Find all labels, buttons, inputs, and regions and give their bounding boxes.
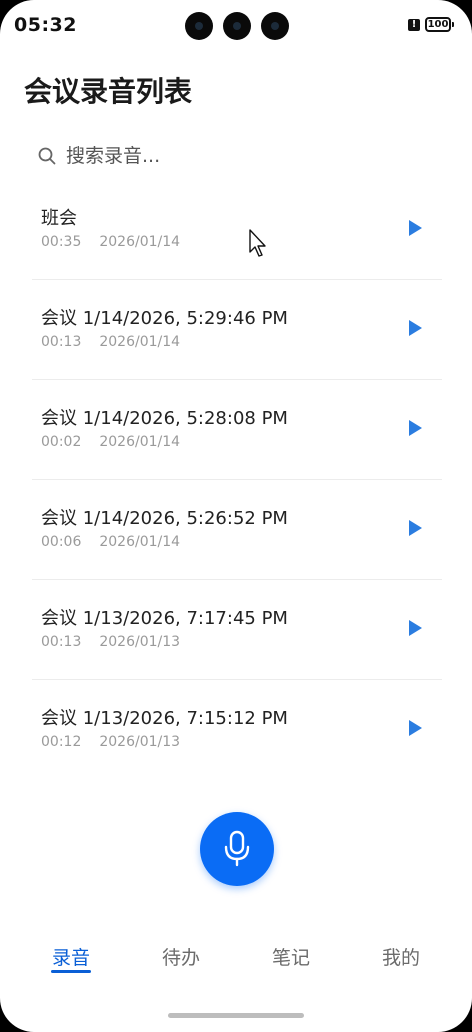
recording-meta: 00:12 2026/01/13 (41, 734, 180, 750)
recording-title: 会议 1/14/2026, 5:28:08 PM (41, 408, 288, 429)
recording-item[interactable]: 会议 1/14/2026, 5:26:52 PM 00:06 2026/01/14 (32, 480, 442, 580)
recording-duration: 00:13 (41, 634, 82, 650)
front-camera-icon (223, 12, 251, 40)
search-bar[interactable] (24, 136, 444, 176)
play-icon[interactable] (402, 216, 426, 240)
play-icon[interactable] (402, 416, 426, 440)
recording-item[interactable]: 会议 1/14/2026, 5:28:08 PM 00:02 2026/01/14 (32, 380, 442, 480)
recording-duration: 00:02 (41, 434, 82, 450)
play-icon[interactable] (402, 616, 426, 640)
search-icon (38, 147, 56, 165)
recording-meta: 00:06 2026/01/14 (41, 534, 180, 550)
tab-label: 待办 (161, 947, 200, 969)
tab-profile[interactable]: 我的 (346, 930, 456, 986)
tab-label: 笔记 (271, 947, 310, 969)
recording-title: 班会 (41, 208, 77, 229)
status-bar: 05:32 ! 100 (0, 0, 472, 52)
recording-title: 会议 1/14/2026, 5:29:46 PM (41, 308, 288, 329)
recording-meta: 00:35 2026/01/14 (41, 234, 180, 250)
recording-date: 2026/01/14 (99, 234, 181, 250)
recording-title: 会议 1/13/2026, 7:15:12 PM (41, 708, 288, 729)
recording-meta: 00:02 2026/01/14 (41, 434, 180, 450)
battery-icon: 100 (425, 17, 454, 32)
recording-title: 会议 1/14/2026, 5:26:52 PM (41, 508, 288, 529)
play-icon[interactable] (402, 316, 426, 340)
recording-duration: 00:35 (41, 234, 82, 250)
recording-date: 2026/01/14 (99, 434, 181, 450)
recording-item[interactable]: 班会 00:35 2026/01/14 (32, 180, 442, 280)
recording-date: 2026/01/14 (99, 334, 181, 350)
play-icon[interactable] (402, 516, 426, 540)
tab-todo[interactable]: 待办 (126, 930, 236, 986)
recording-item[interactable]: 会议 1/13/2026, 7:17:45 PM 00:13 2026/01/13 (32, 580, 442, 680)
recording-item[interactable]: 会议 1/13/2026, 7:15:12 PM 00:12 2026/01/13 (32, 680, 442, 779)
recording-title: 会议 1/13/2026, 7:17:45 PM (41, 608, 288, 629)
tab-recordings[interactable]: 录音 (16, 930, 126, 986)
recording-duration: 00:13 (41, 334, 82, 350)
home-indicator[interactable] (168, 1013, 304, 1018)
search-input[interactable] (66, 142, 426, 170)
bottom-tab-bar: 录音 待办 笔记 我的 (0, 930, 472, 986)
cursor-icon (249, 229, 266, 257)
recording-item[interactable]: 会议 1/14/2026, 5:29:46 PM 00:13 2026/01/14 (32, 280, 442, 380)
play-icon[interactable] (402, 716, 426, 740)
recording-date: 2026/01/13 (99, 634, 181, 650)
recording-meta: 00:13 2026/01/13 (41, 634, 180, 650)
active-tab-indicator (51, 970, 91, 973)
recording-date: 2026/01/14 (99, 534, 181, 550)
tab-notes[interactable]: 笔记 (236, 930, 346, 986)
tab-label: 录音 (51, 947, 90, 969)
page-title: 会议录音列表 (24, 75, 193, 108)
tab-label: 我的 (381, 947, 420, 969)
status-time: 05:32 (14, 14, 77, 36)
recording-date: 2026/01/13 (99, 734, 181, 750)
recording-duration: 00:06 (41, 534, 82, 550)
front-camera-icon (185, 12, 213, 40)
recording-list: 班会 00:35 2026/01/14 会议 1/14/2026, 5:29:46… (32, 180, 442, 779)
record-button[interactable] (200, 812, 274, 886)
front-camera-icon (261, 12, 289, 40)
recording-meta: 00:13 2026/01/14 (41, 334, 180, 350)
recording-duration: 00:12 (41, 734, 82, 750)
app-screen: 05:32 ! 100 会议录音列表 班会 00:35 2026/01/14 会议… (0, 0, 472, 1032)
microphone-icon (224, 830, 250, 867)
alert-icon: ! (408, 19, 420, 31)
